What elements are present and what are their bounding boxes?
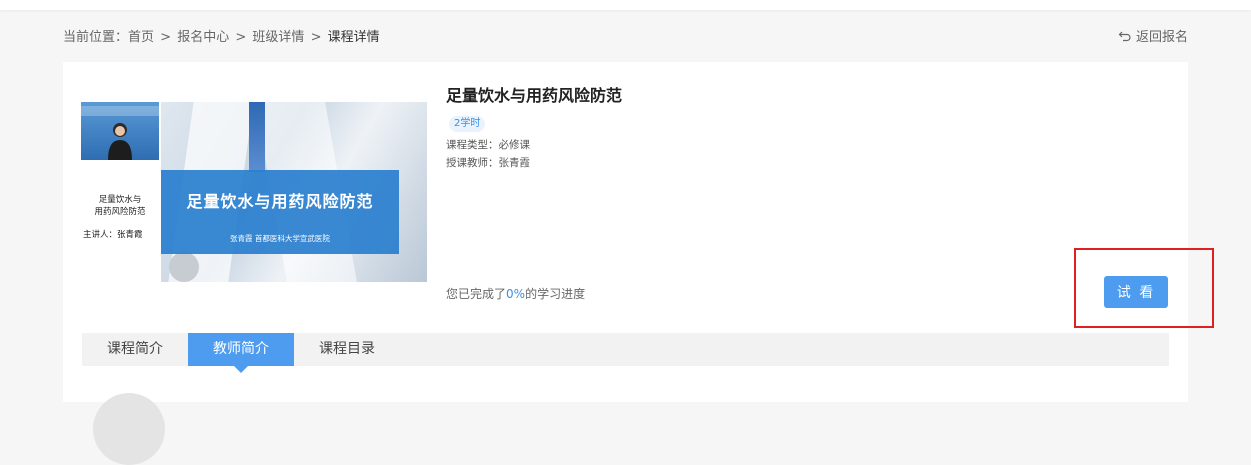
tab-label: 教师简介 (213, 341, 269, 357)
learning-progress: 您已完成了0%的学习进度 (446, 285, 585, 302)
breadcrumb-separator: > (160, 30, 172, 45)
hours-badge: 2学时 (449, 116, 486, 132)
lecturer-icon (108, 123, 132, 160)
try-watch-button[interactable]: 试 看 (1104, 276, 1168, 308)
progress-prefix: 您已完成了 (446, 287, 507, 301)
breadcrumb-prefix: 当前位置： (63, 30, 129, 45)
tab-teacher-intro[interactable]: 教师简介 (188, 333, 294, 373)
thumbnail-speaker: 主讲人：张青霞 (83, 230, 143, 240)
return-arrow-icon (1118, 31, 1131, 41)
breadcrumb: 当前位置：首页 > 报名中心 > 班级详情 > 课程详情 (63, 26, 380, 45)
tab-label: 课程简介 (107, 341, 163, 357)
tab-course-intro[interactable]: 课程简介 (82, 333, 188, 366)
course-tabs: 课程简介 教师简介 课程目录 (82, 333, 1169, 373)
course-title: 足量饮水与用药风险防范 (446, 86, 623, 105)
progress-value: 0% (506, 287, 526, 301)
thumbnail-side-title: 足量饮水与 用药风险防范 (94, 195, 146, 217)
top-bar (0, 0, 1251, 10)
course-teacher: 授课教师：张青霞 (446, 157, 530, 169)
stethoscope-icon (169, 252, 199, 282)
course-thumbnail[interactable]: 足量饮水与 用药风险防范 主讲人：张青霞 足量饮水与用药风险防范 张青霞 首都医… (81, 102, 427, 282)
active-tab-arrow-icon (234, 366, 248, 373)
breadcrumb-current: 课程详情 (327, 30, 380, 45)
lecturer-video (81, 102, 159, 160)
slide-subtitle: 张青霞 首都医科大学宣武医院 (230, 234, 330, 243)
progress-suffix: 的学习进度 (525, 287, 586, 301)
teacher-avatar (93, 393, 165, 465)
back-to-registration-link[interactable]: 返回报名 (1118, 26, 1188, 45)
breadcrumb-separator: > (235, 30, 247, 45)
tab-label: 课程目录 (319, 341, 375, 357)
course-type: 课程类型：必修课 (446, 139, 530, 151)
breadcrumb-registration-center[interactable]: 报名中心 (177, 30, 229, 45)
thumbnail-slide: 足量饮水与用药风险防范 张青霞 首都医科大学宣武医院 (161, 102, 427, 282)
breadcrumb-separator: > (310, 30, 322, 45)
breadcrumb-class-detail[interactable]: 班级详情 (252, 30, 304, 45)
course-card: 足量饮水与 用药风险防范 主讲人：张青霞 足量饮水与用药风险防范 张青霞 首都医… (63, 62, 1214, 465)
breadcrumb-home[interactable]: 首页 (128, 30, 154, 45)
tab-course-catalog[interactable]: 课程目录 (294, 333, 400, 366)
back-label: 返回报名 (1135, 30, 1188, 45)
slide-title: 足量饮水与用药风险防范 (186, 192, 374, 211)
